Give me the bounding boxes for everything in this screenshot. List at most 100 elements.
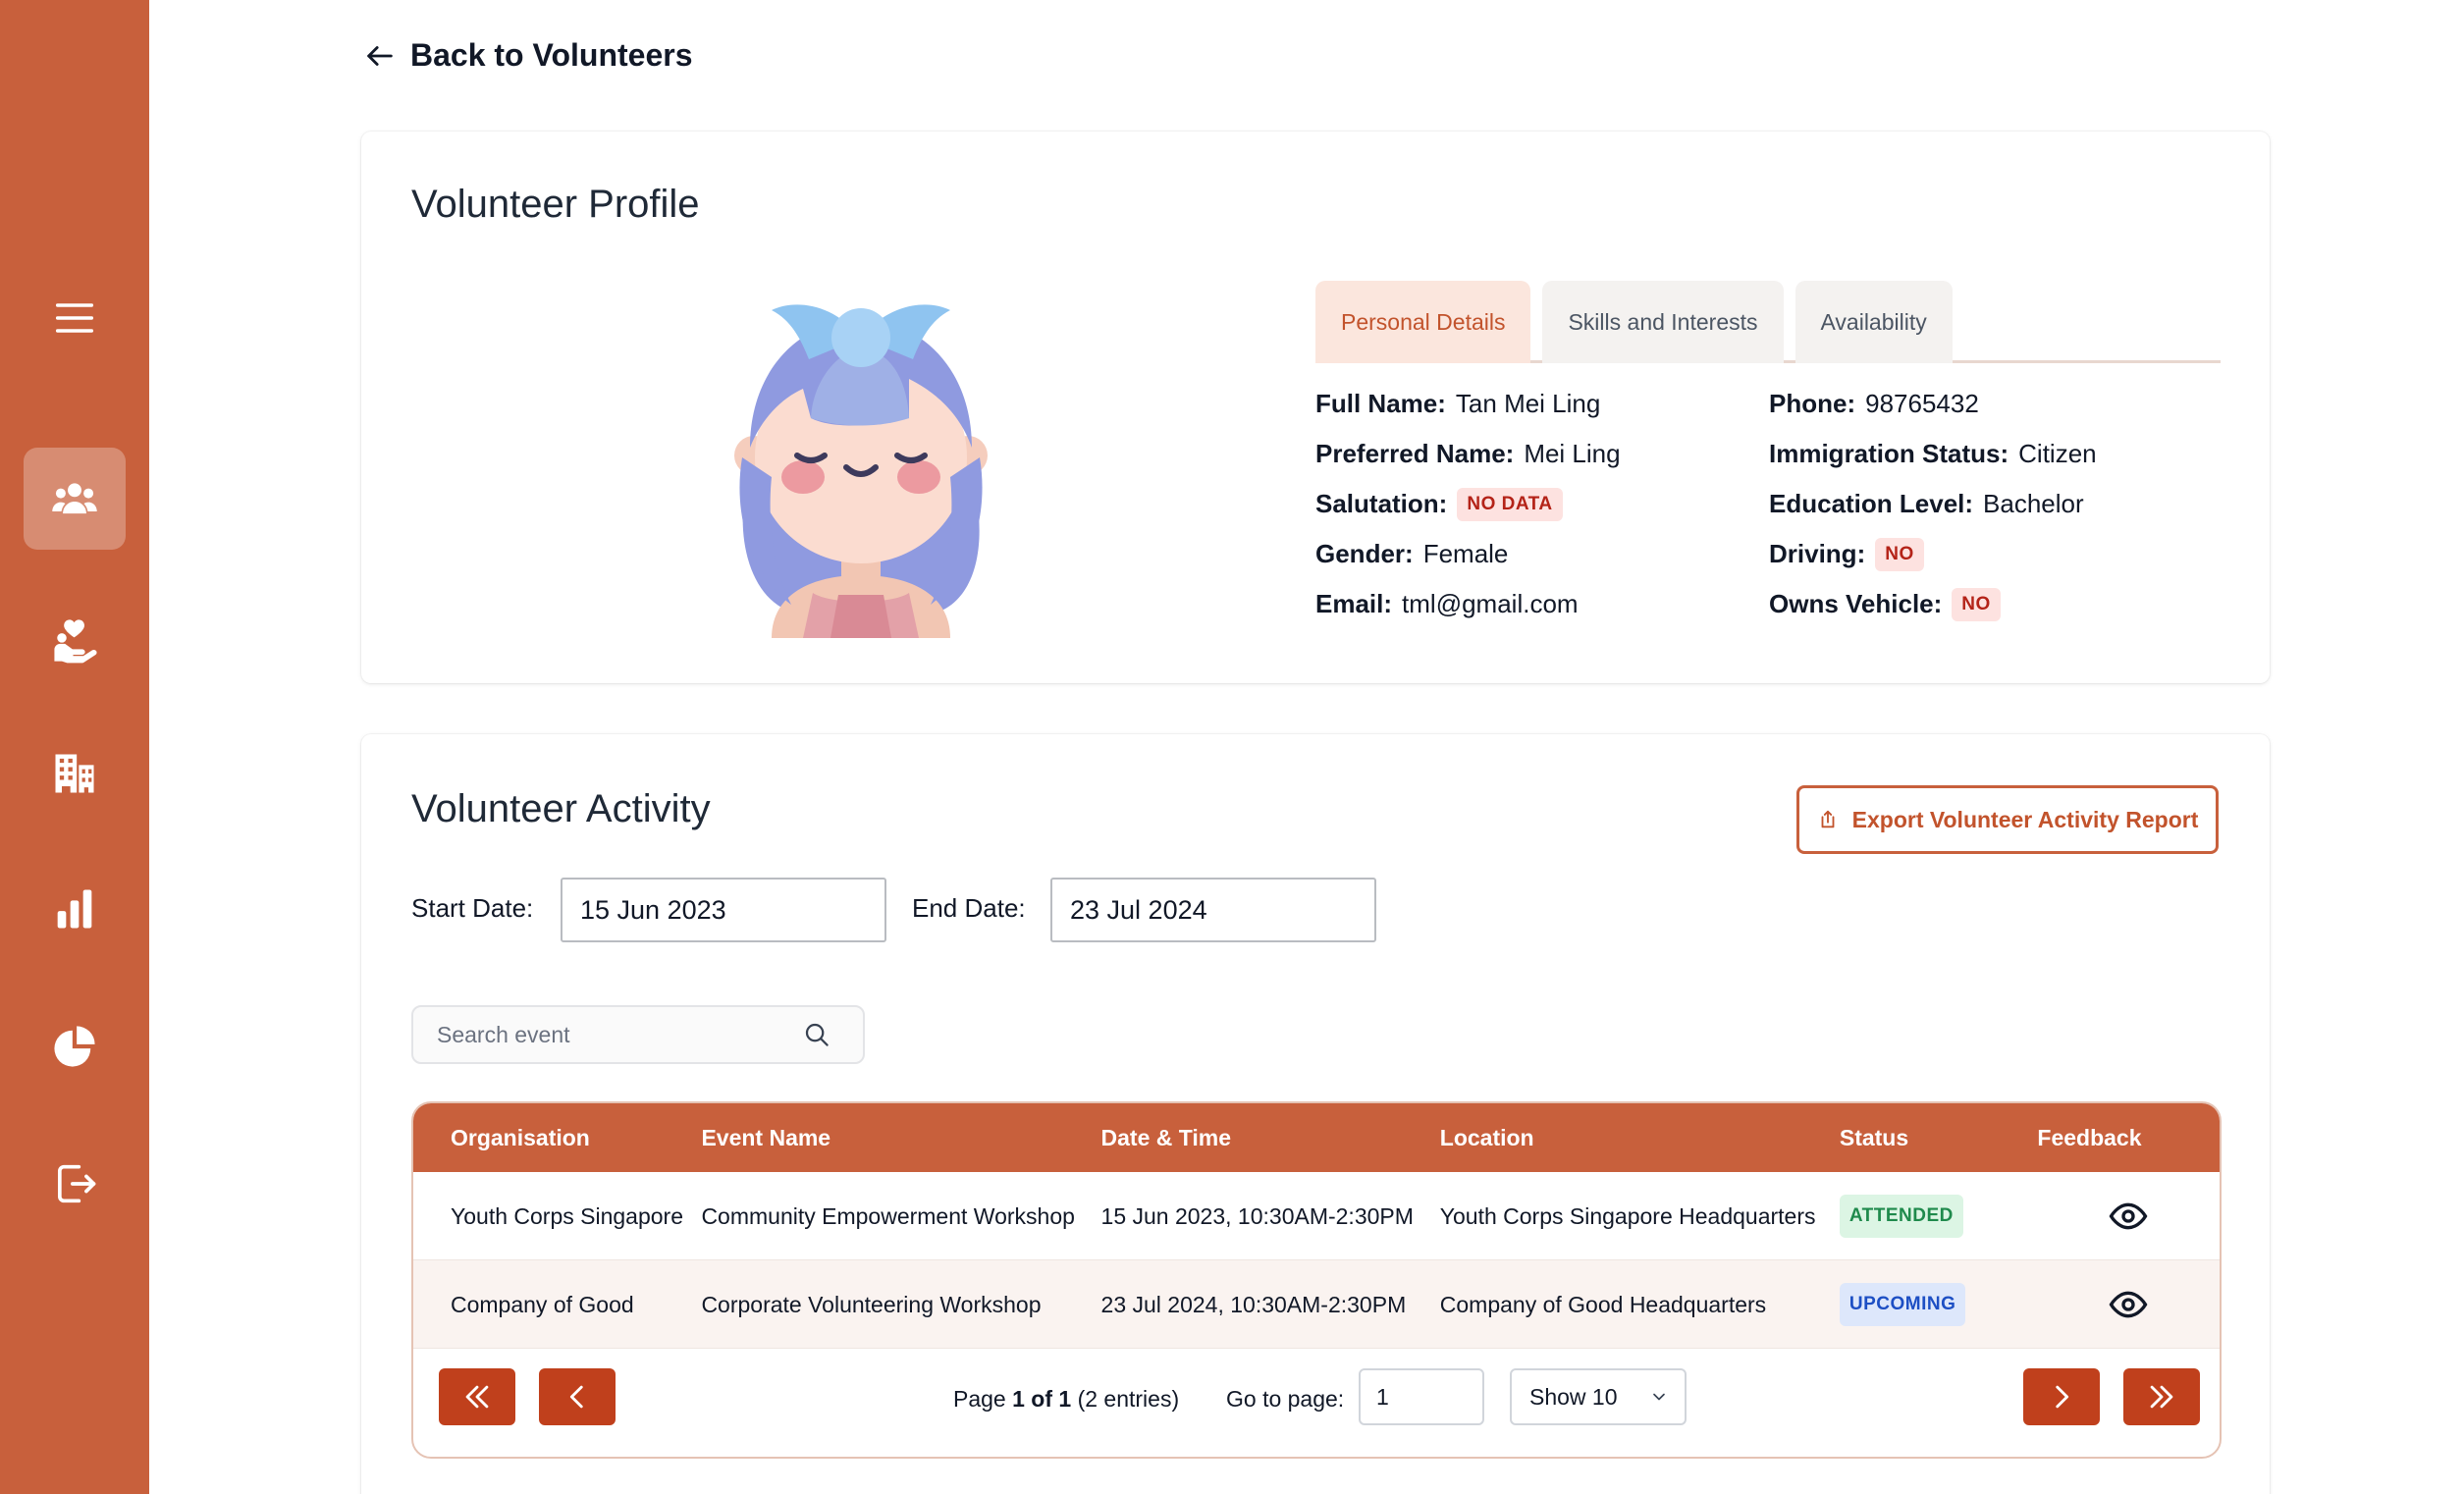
owns-vehicle-no-badge: NO	[1952, 587, 2001, 621]
goto-page-label: Go to page:	[1226, 1386, 1345, 1412]
cell-location: Company of Good Headquarters	[1439, 1291, 1767, 1317]
status-badge: ATTENDED	[1839, 1194, 1963, 1238]
detail-label: Driving:	[1769, 539, 1866, 568]
chevron-left-icon	[569, 1385, 583, 1409]
cell-event-name: Community Empowerment Workshop	[701, 1202, 1075, 1229]
page-count: 1 of 1	[1012, 1386, 1072, 1412]
detail-owns-vehicle: Owns Vehicle: NO	[1769, 579, 2097, 629]
chevrons-left-icon	[465, 1385, 489, 1409]
eye-icon	[2109, 1202, 2148, 1229]
search-input[interactable]	[413, 1021, 796, 1048]
detail-value: Citizen	[2018, 439, 2097, 468]
detail-label: Phone:	[1769, 389, 1856, 418]
first-page-button[interactable]	[439, 1368, 515, 1425]
search-event-box	[411, 1005, 865, 1064]
chevrons-right-icon	[2150, 1385, 2173, 1409]
volunteer-activity-card: Volunteer Activity Export Volunteer Acti…	[361, 734, 2270, 1494]
sidebar	[0, 0, 149, 1494]
page-indicator: Page 1 of 1 (2 entries)	[953, 1386, 1179, 1413]
detail-preferred-name: Preferred Name: Mei Ling	[1315, 429, 1621, 479]
next-page-button[interactable]	[2023, 1368, 2100, 1425]
detail-label: Full Name:	[1315, 389, 1446, 418]
tab-availability[interactable]: Availability	[1794, 281, 1953, 363]
pie-chart-icon	[54, 1026, 95, 1067]
building-icon	[55, 754, 94, 793]
sidebar-item-statistics[interactable]	[24, 858, 126, 960]
detail-immigration-status: Immigration Status: Citizen	[1769, 429, 2097, 479]
detail-label: Gender:	[1315, 539, 1414, 568]
detail-value: Bachelor	[1983, 489, 2084, 518]
page-prefix: Page	[953, 1386, 1013, 1412]
profile-tabs: Personal Details Skills and Interests Av…	[1315, 281, 2221, 363]
driving-no-badge: NO	[1875, 537, 1924, 571]
end-date-input[interactable]	[1050, 878, 1376, 942]
cell-location: Youth Corps Singapore Headquarters	[1439, 1202, 1816, 1229]
tab-skills-and-interests[interactable]: Skills and Interests	[1542, 281, 1784, 363]
column-header-feedback[interactable]: Feedback	[2037, 1125, 2220, 1151]
detail-label: Owns Vehicle:	[1769, 589, 1943, 618]
bar-chart-icon	[57, 889, 92, 929]
profile-title: Volunteer Profile	[411, 183, 700, 226]
detail-label: Preferred Name:	[1315, 439, 1515, 468]
detail-value: Tan Mei Ling	[1455, 389, 1601, 418]
view-feedback-button[interactable]	[2037, 1285, 2220, 1324]
sidebar-item-organisations[interactable]	[24, 722, 126, 825]
search-icon[interactable]	[802, 1020, 831, 1049]
cell-organisation: Youth Corps Singapore	[451, 1202, 683, 1229]
eye-icon	[2109, 1291, 2148, 1317]
start-date-input[interactable]	[561, 878, 886, 942]
column-header-location[interactable]: Location	[1440, 1125, 1840, 1151]
tab-personal-details[interactable]: Personal Details	[1315, 281, 1531, 363]
page-size-select[interactable]: Show 10	[1510, 1368, 1687, 1425]
entries-count: (2 entries)	[1071, 1386, 1180, 1412]
menu-button[interactable]	[24, 267, 126, 369]
detail-value: 98765432	[1865, 389, 1979, 418]
column-header-status[interactable]: Status	[1840, 1125, 2038, 1151]
goto-page-input[interactable]	[1359, 1368, 1484, 1425]
table-row[interactable]: Youth Corps Singapore Community Empowerm…	[413, 1172, 2220, 1260]
start-date-label: Start Date:	[411, 893, 534, 923]
cell-date-time: 15 Jun 2023, 10:30AM-2:30PM	[1100, 1202, 1414, 1229]
detail-value: Mei Ling	[1524, 439, 1621, 468]
volunteer-avatar	[734, 304, 988, 638]
no-data-badge: NO DATA	[1457, 487, 1563, 521]
end-date-label: End Date:	[912, 893, 1026, 923]
back-to-volunteers-link[interactable]: Back to Volunteers	[363, 37, 692, 74]
cell-date-time: 23 Jul 2024, 10:30AM-2:30PM	[1100, 1291, 1407, 1317]
export-activity-report-button[interactable]: Export Volunteer Activity Report	[1796, 785, 2219, 854]
personal-details-left: Full Name: Tan Mei Ling Preferred Name: …	[1315, 379, 1621, 629]
detail-gender: Gender: Female	[1315, 529, 1621, 579]
previous-page-button[interactable]	[539, 1368, 616, 1425]
column-header-date-time[interactable]: Date & Time	[1101, 1125, 1440, 1151]
chevron-down-icon	[1653, 1393, 1665, 1401]
back-link-label: Back to Volunteers	[410, 37, 693, 73]
table-row[interactable]: Company of Good Corporate Volunteering W…	[413, 1260, 2220, 1349]
detail-email: Email: tml@gmail.com	[1315, 579, 1621, 629]
sidebar-item-opportunities[interactable]	[24, 589, 126, 691]
view-feedback-button[interactable]	[2037, 1197, 2220, 1236]
arrow-left-icon	[367, 45, 393, 66]
sidebar-item-volunteers[interactable]	[24, 448, 126, 550]
personal-details-right: Phone: 98765432 Immigration Status: Citi…	[1769, 379, 2097, 629]
detail-label: Salutation:	[1315, 489, 1448, 518]
sidebar-item-reports[interactable]	[24, 995, 126, 1097]
detail-phone: Phone: 98765432	[1769, 379, 2097, 429]
logout-button[interactable]	[24, 1133, 126, 1235]
column-header-event-name[interactable]: Event Name	[701, 1125, 1100, 1151]
detail-label: Immigration Status:	[1769, 439, 2009, 468]
chevron-right-icon	[2056, 1385, 2069, 1409]
last-page-button[interactable]	[2123, 1368, 2200, 1425]
cell-event-name: Corporate Volunteering Workshop	[701, 1291, 1042, 1317]
detail-label: Education Level:	[1769, 489, 1974, 518]
users-icon	[52, 483, 97, 514]
export-icon	[1821, 810, 1835, 828]
menu-icon	[55, 303, 94, 333]
table-header: Organisation Event Name Date & Time Loca…	[413, 1103, 2220, 1172]
volunteer-profile-card: Volunteer Profile Personal Details Skill…	[361, 132, 2270, 683]
page-size-value: Show 10	[1529, 1383, 1618, 1410]
volunteer-heart-hand-icon	[54, 619, 97, 664]
status-badge: UPCOMING	[1839, 1282, 1966, 1326]
cell-organisation: Company of Good	[451, 1291, 634, 1317]
activity-table: Organisation Event Name Date & Time Loca…	[411, 1101, 2222, 1459]
column-header-organisation[interactable]: Organisation	[413, 1125, 701, 1151]
